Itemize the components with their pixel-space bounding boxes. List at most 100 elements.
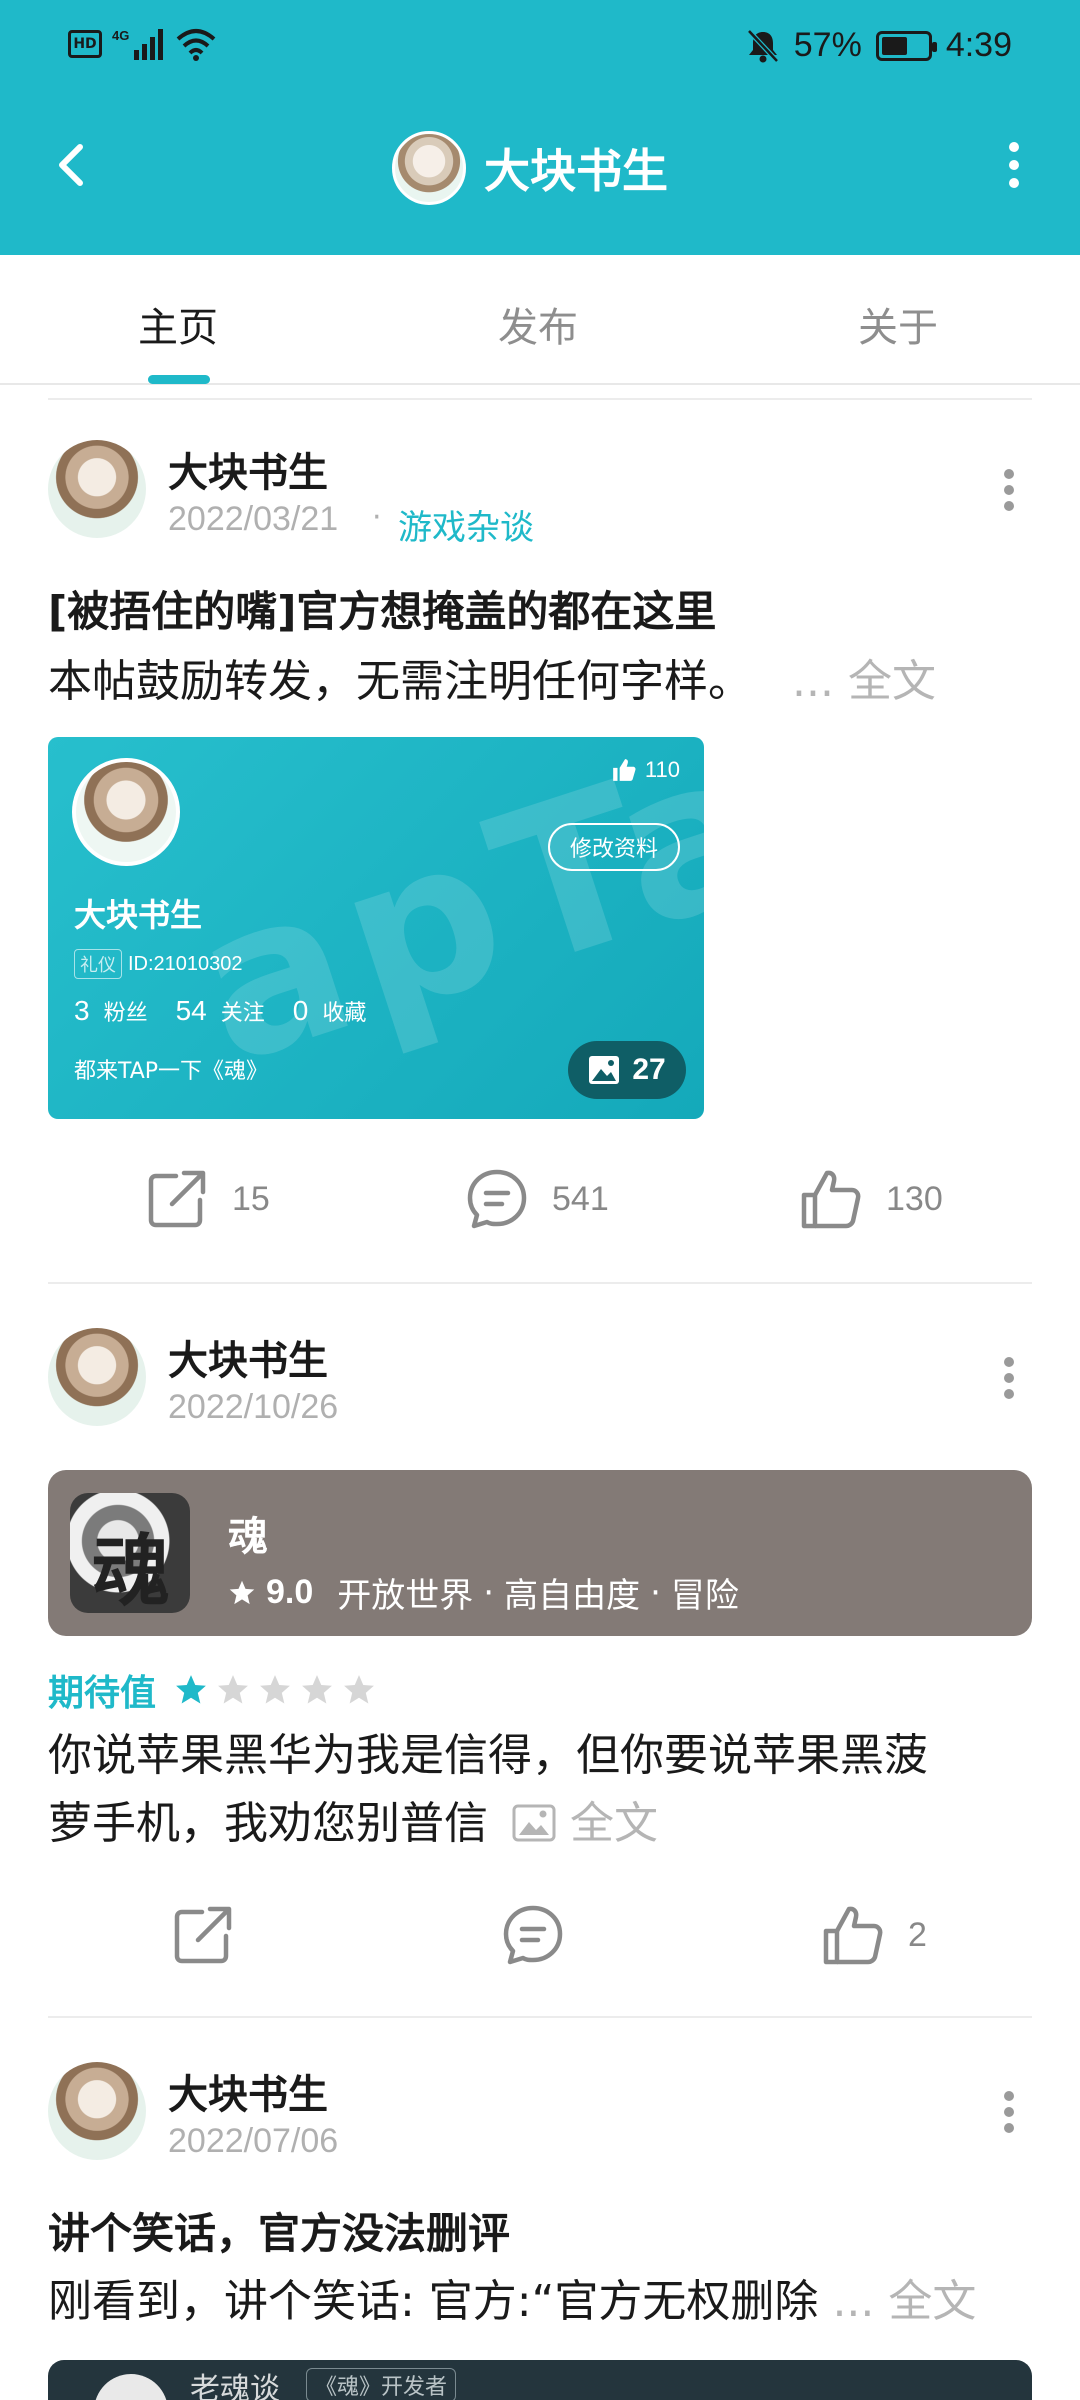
post-topic[interactable]: 游戏杂谈: [398, 500, 534, 549]
quoted-post-card[interactable]: 老魂谈 《魂》开发者: [48, 2360, 1032, 2400]
post-menu-icon[interactable]: [994, 2082, 1024, 2142]
expectation-label: 期待值: [48, 1673, 157, 1714]
divider: [48, 2016, 1032, 2018]
card-stats: 3 粉丝 54 关注 0 收藏: [74, 995, 380, 1027]
card-signature: 都来TAP一下《魂》: [74, 1059, 269, 1084]
more-vertical-icon[interactable]: [994, 135, 1034, 195]
bell-muted-icon: [746, 28, 779, 63]
read-more-link[interactable]: ... 全文: [832, 2276, 976, 2327]
card-name: 大块书生: [74, 896, 203, 934]
comment-icon: [503, 1905, 563, 1965]
follow-label: 关注: [220, 1001, 265, 1026]
comment-count: 541: [552, 1179, 609, 1218]
image-attached-icon: [512, 1804, 556, 1842]
like-icon: [801, 1170, 861, 1229]
fans-label: 粉丝: [103, 1001, 148, 1026]
star-empty-icon: [260, 1675, 290, 1704]
post-title[interactable]: 讲个笑话，官方没法删评: [48, 2200, 510, 2261]
avatar[interactable]: [48, 2062, 146, 2160]
post-author[interactable]: 大块书生: [168, 2062, 328, 2120]
status-bar: HD 4G 57% 4:39: [0, 0, 1080, 95]
comment-button[interactable]: 541: [466, 1168, 609, 1230]
battery-icon: [875, 30, 937, 61]
card-likes-count: 110: [644, 757, 680, 782]
tab-publish[interactable]: 发布: [498, 295, 578, 353]
svg-text:4G: 4G: [112, 28, 129, 43]
separator-dot: ·: [372, 500, 382, 535]
quoted-avatar: [94, 2374, 168, 2400]
gallery-count-badge: 27: [568, 1041, 686, 1099]
share-button[interactable]: 15: [146, 1168, 270, 1230]
review-line-text: 萝手机，我劝您别普信: [48, 1798, 488, 1849]
post-author[interactable]: 大块书生: [168, 440, 328, 498]
game-icon-glyph: 魂: [92, 1526, 171, 1613]
fans-count: 3: [74, 995, 90, 1026]
app-header: HD 4G 57% 4:39 大块书生: [0, 0, 1080, 255]
signal-4g-icon: 4G: [112, 28, 163, 60]
thumbs-up-icon: [613, 759, 636, 781]
post-title[interactable]: [被捂住的嘴]官方想掩盖的都在这里: [48, 578, 716, 639]
post-menu-icon[interactable]: [994, 1348, 1024, 1408]
post-author[interactable]: 大块书生: [168, 1328, 328, 1386]
gallery-count: 27: [632, 1053, 666, 1086]
fav-count: 0: [292, 995, 309, 1026]
edit-profile-button: 修改资料: [547, 823, 680, 871]
star-rating: [174, 1673, 376, 1707]
hd-icon: HD: [68, 30, 102, 58]
like-count: 2: [908, 1915, 927, 1954]
tab-about[interactable]: 关于: [858, 295, 938, 353]
developer-badge: 《魂》开发者: [306, 2368, 457, 2400]
share-button[interactable]: [172, 1904, 258, 1966]
status-right: 57% 4:39: [746, 26, 1012, 65]
share-icon: [148, 1170, 206, 1228]
image-icon: [589, 1056, 620, 1084]
comment-button[interactable]: [502, 1904, 588, 1966]
avatar[interactable]: [48, 1328, 146, 1426]
post-excerpt[interactable]: 本帖鼓励转发，无需注明任何字样。 ... 全文: [48, 648, 936, 716]
game-tag: 开放世界: [337, 1576, 474, 1616]
tab-home[interactable]: 主页: [138, 295, 218, 353]
card-avatar: [72, 758, 180, 866]
star-empty-icon: [344, 1675, 374, 1704]
clock: 4:39: [945, 26, 1012, 64]
status-left: HD 4G: [68, 26, 216, 62]
post-date: 2022/07/06: [168, 2122, 339, 2160]
separator-dot: ·: [650, 1572, 661, 1613]
star-empty-icon: [302, 1675, 332, 1704]
wifi-icon: [176, 29, 216, 61]
read-more-link[interactable]: ... 全文: [792, 656, 936, 707]
quoted-author: 老魂谈: [190, 2372, 280, 2400]
post-menu-icon[interactable]: [994, 460, 1024, 520]
share-count: 15: [232, 1179, 270, 1218]
post-body-text: 本帖鼓励转发，无需注明任何字样。: [48, 656, 752, 707]
post-image[interactable]: apTap 110 修改资料 大块书生 礼仪 ID:21010302 3 粉丝 …: [48, 737, 704, 1119]
review-line: 你说苹果黑华为我是信得，但你要说苹果黑菠: [48, 1730, 928, 1781]
like-button[interactable]: 2: [822, 1904, 927, 1966]
game-icon: 魂: [70, 1493, 190, 1613]
game-name: 魂: [228, 1514, 268, 1560]
expectation-rating: 期待值: [48, 1664, 376, 1716]
read-more-link[interactable]: 全文: [570, 1798, 658, 1849]
review-text[interactable]: 你说苹果黑华为我是信得，但你要说苹果黑菠 萝手机，我劝您别普信 全文: [48, 1722, 928, 1858]
tab-indicator: [148, 375, 210, 384]
comment-icon: [467, 1169, 527, 1229]
page-title: 大块书生: [484, 144, 668, 198]
divider: [48, 398, 1032, 400]
avatar[interactable]: [48, 440, 146, 538]
fav-label: 收藏: [322, 1001, 367, 1026]
separator-dot: ·: [483, 1572, 495, 1613]
post-date: 2022/10/26: [168, 1388, 339, 1426]
post-body-text: 刚看到，讲个笑话: 官方:“官方无权删除: [48, 2276, 819, 2327]
like-button[interactable]: 130: [800, 1168, 943, 1230]
post-date: 2022/03/21: [168, 500, 339, 538]
game-tag: 冒险: [670, 1576, 739, 1616]
star-filled-icon: [176, 1675, 206, 1704]
card-id: 礼仪 ID:21010302: [74, 949, 243, 979]
review-line-2: 萝手机，我劝您别普信 全文: [48, 1790, 928, 1858]
game-score: 9.0: [266, 1573, 314, 1611]
header-avatar[interactable]: [392, 131, 466, 205]
post-excerpt[interactable]: 刚看到，讲个笑话: 官方:“官方无权删除 ... 全文: [48, 2268, 976, 2336]
back-arrow-icon[interactable]: [44, 135, 104, 195]
like-icon: [823, 1906, 883, 1965]
game-card[interactable]: 魂 魂 9.0 开放世界 · 高自由度 · 冒险: [48, 1470, 1032, 1636]
